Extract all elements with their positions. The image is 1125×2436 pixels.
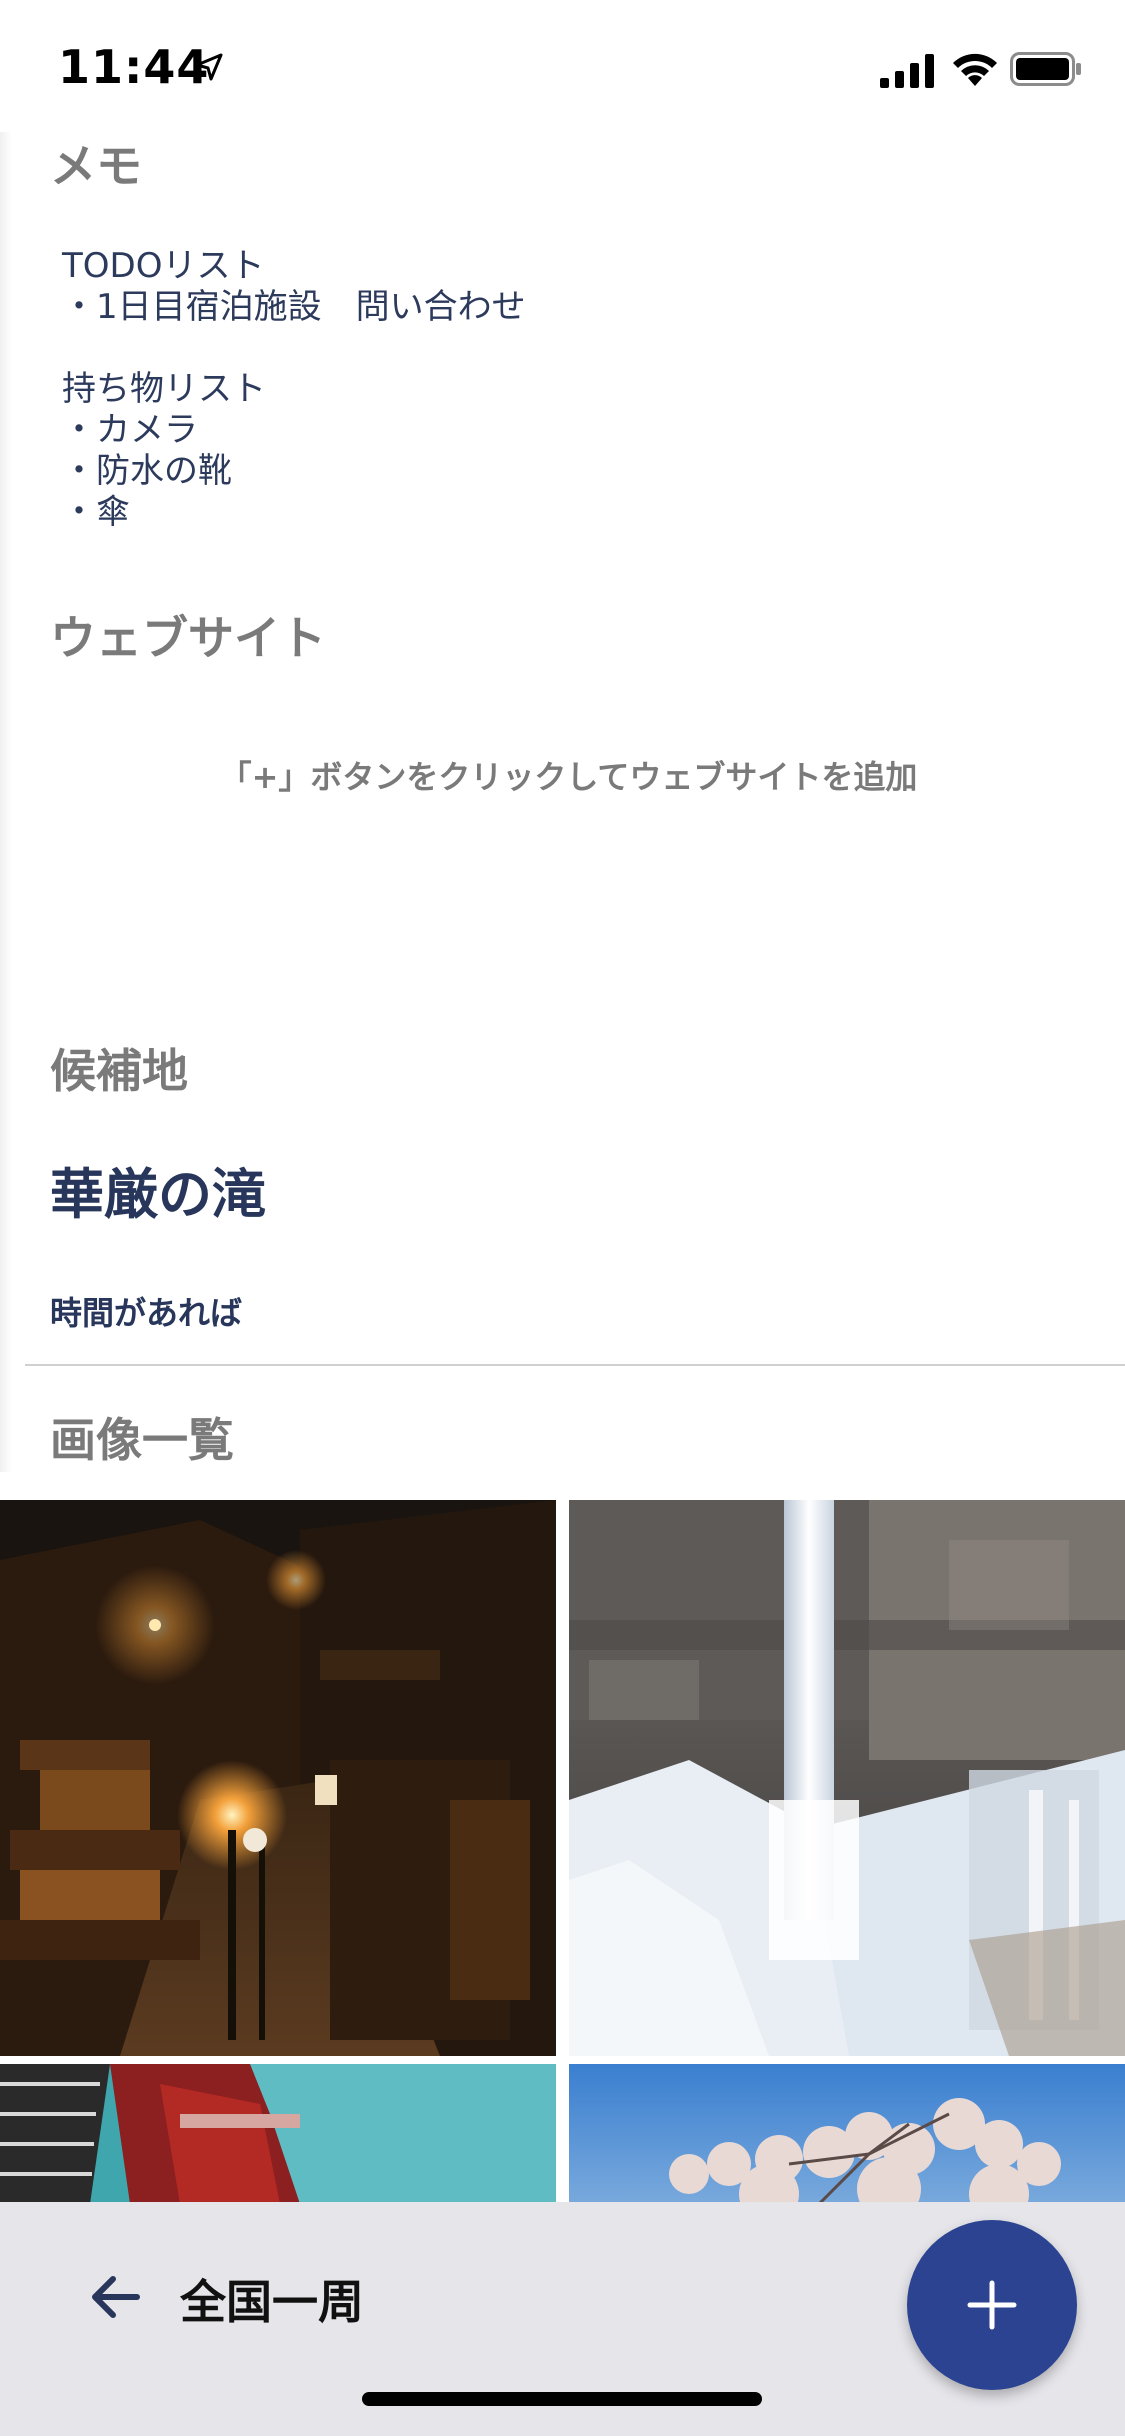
memo-text[interactable]: TODOリスト ・1日目宿泊施設 問い合わせ 持ち物リスト ・カメラ ・防水の靴…	[62, 246, 526, 533]
cellular-signal-icon	[880, 54, 934, 88]
location-arrow-icon	[195, 53, 223, 81]
website-empty-message: 「+」ボタンをクリックしてウェブサイトを追加	[219, 758, 918, 796]
divider	[25, 1364, 1125, 1366]
panel-edge-shadow	[0, 132, 12, 1472]
memo-heading: メモ	[50, 139, 142, 193]
trip-title: 全国一周	[180, 2275, 364, 2329]
plus-icon	[967, 2280, 1017, 2330]
frozen-waterfall-photo[interactable]	[569, 1500, 1125, 2056]
arrow-left-icon	[92, 2276, 140, 2318]
add-button[interactable]	[907, 2220, 1077, 2390]
candidate-place-name[interactable]: 華厳の滝	[50, 1150, 266, 1229]
battery-icon	[1010, 52, 1081, 86]
website-heading: ウェブサイト	[50, 611, 326, 665]
status-bar: 11:44	[0, 0, 1125, 132]
wifi-icon	[953, 53, 997, 86]
candidate-heading: 候補地	[50, 1044, 188, 1098]
night-old-town-street-photo[interactable]	[0, 1500, 556, 2056]
red-bridge-river-photo[interactable]	[0, 2064, 556, 2204]
back-button[interactable]	[80, 2262, 150, 2332]
candidate-note: 時間があれば	[50, 1294, 243, 1332]
home-indicator[interactable]	[362, 2392, 762, 2406]
status-time: 11:44	[58, 40, 210, 94]
blossom-tree-blue-sky-photo[interactable]	[569, 2064, 1125, 2204]
images-heading: 画像一覧	[50, 1413, 234, 1467]
